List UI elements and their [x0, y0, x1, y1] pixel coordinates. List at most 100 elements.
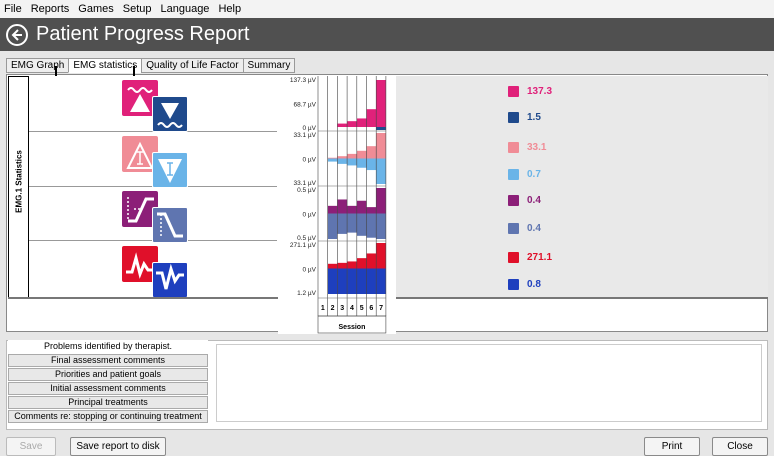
bar-inc [337, 156, 348, 159]
section-divider [396, 297, 768, 299]
notes-principal-treatments-button[interactable]: Principal treatments [8, 396, 208, 409]
bar-down [337, 213, 348, 234]
category-label: 3 [340, 305, 344, 312]
back-arrow-icon[interactable] [6, 23, 28, 46]
x-axis-label: Session [339, 324, 366, 331]
tick-label: 0.5 µV [297, 235, 317, 242]
tick-label: 0.5 µV [297, 187, 317, 194]
bar-dec [356, 158, 367, 168]
tick-label: 0 µV [302, 267, 316, 274]
side-label-text: EMG.1 Statistics [14, 150, 24, 213]
save-button[interactable]: Save [6, 437, 56, 456]
legend-item: 137.3 [508, 86, 552, 97]
bar-dec [347, 158, 357, 166]
bar-up [356, 200, 367, 214]
legend-item: 33.1 [508, 142, 546, 153]
bar-inc [327, 157, 338, 159]
peak-icon [508, 252, 519, 263]
notes-stopping-comments-button[interactable]: Comments re: stopping or continuing trea… [8, 410, 208, 423]
notes-initial-assessment-button[interactable]: Initial assessment comments [8, 382, 208, 395]
bar-low [366, 268, 377, 294]
legend-value: 0.4 [527, 223, 541, 234]
menu-setup[interactable]: Setup [123, 3, 152, 15]
tick-label: 68.7 µV [293, 102, 316, 109]
tick-label: 0 µV [302, 125, 316, 132]
title-bar: Patient Progress Report [0, 18, 774, 51]
bar-down [366, 213, 377, 238]
emg-chart: 137.3 µV68.7 µV0 µV33.1 µV0 µV33.1 µV0.5… [290, 76, 387, 334]
notes-final-assessment-button[interactable]: Final assessment comments [8, 354, 208, 367]
bottom-bar: Save Save report to disk Print Close [0, 434, 774, 456]
menu-file[interactable]: File [4, 3, 22, 15]
legend-item: 0.7 [508, 169, 541, 180]
tick-label: 33.1 µV [293, 132, 316, 139]
bar-peak [327, 263, 338, 269]
bar-max [376, 80, 386, 127]
min-contraction-icon [152, 96, 188, 132]
bar-max [366, 109, 377, 127]
bar-up [327, 205, 338, 214]
tick-label: 0 µV [302, 157, 316, 164]
bar-down [347, 213, 357, 233]
category-label: 5 [360, 305, 364, 312]
bar-dec [337, 158, 348, 164]
print-button[interactable]: Print [644, 437, 700, 456]
bar-up [376, 188, 386, 214]
close-button[interactable]: Close [712, 437, 768, 456]
legend-item: 0.4 [508, 195, 541, 206]
category-label: 4 [350, 305, 354, 312]
category-label: 1 [321, 305, 325, 312]
page-title: Patient Progress Report [36, 23, 250, 45]
decrease-triangle-icon [508, 169, 519, 180]
legend-value: 1.5 [527, 112, 541, 123]
bar-dec [366, 158, 377, 171]
bar-down [376, 213, 386, 239]
bar-up [366, 207, 377, 214]
bar-low [337, 268, 348, 294]
bar-low [327, 268, 338, 294]
tick-label: 33.1 µV [293, 180, 316, 187]
notes-textarea[interactable] [216, 344, 762, 422]
legend-item: 0.4 [508, 223, 541, 234]
decrease-triangle-icon [152, 152, 188, 188]
bar-dec [376, 158, 386, 184]
bar-min [376, 127, 386, 130]
menu-help[interactable]: Help [218, 3, 241, 15]
category-label: 2 [331, 305, 335, 312]
tab-quality-of-life[interactable]: Quality of Life Factor [141, 58, 244, 73]
category-label: 7 [379, 305, 383, 312]
bar-max [337, 123, 348, 127]
bar-dec [327, 158, 338, 162]
legend-item: 271.1 [508, 252, 552, 263]
legend-value: 33.1 [527, 142, 547, 153]
bar-peak [356, 258, 367, 269]
menu-games[interactable]: Games [78, 3, 113, 15]
category-label: 6 [369, 305, 373, 312]
legend-value: 0.7 [527, 169, 541, 180]
bar-low [347, 268, 357, 294]
tick-label: 1.2 µV [297, 290, 317, 297]
notes-priorities-button[interactable]: Priorities and patient goals [8, 368, 208, 381]
notes-problems-button[interactable]: Problems identified by therapist. [8, 340, 208, 353]
tick-label: 271.1 µV [290, 242, 317, 249]
bar-inc [376, 133, 386, 159]
exercise-icons [29, 76, 277, 298]
emg-chart-area: 137.3 µV 68.7 µV 0 µV 33.1 µV 0 µV 33.1 µV 0.5… [278, 76, 396, 334]
increase-triangle-icon [508, 142, 519, 153]
bar-inc [347, 153, 357, 159]
min-contraction-icon [508, 112, 519, 123]
tick-label: 0 µV [302, 212, 316, 219]
valley-icon [508, 279, 519, 290]
legend-value: 137.3 [527, 86, 553, 97]
tab-summary[interactable]: Summary [242, 58, 296, 73]
bar-peak [366, 253, 377, 269]
bar-down [356, 213, 367, 236]
menu-reports[interactable]: Reports [31, 3, 70, 15]
tab-strip: EMG Graph EMG statistics Quality of Life… [6, 58, 296, 74]
bar-inc [366, 146, 377, 159]
valley-icon [152, 262, 188, 298]
legend-item: 1.5 [508, 112, 541, 123]
menu-language[interactable]: Language [160, 3, 209, 15]
bar-peak [337, 262, 348, 269]
save-to-disk-button[interactable]: Save report to disk [70, 437, 166, 456]
